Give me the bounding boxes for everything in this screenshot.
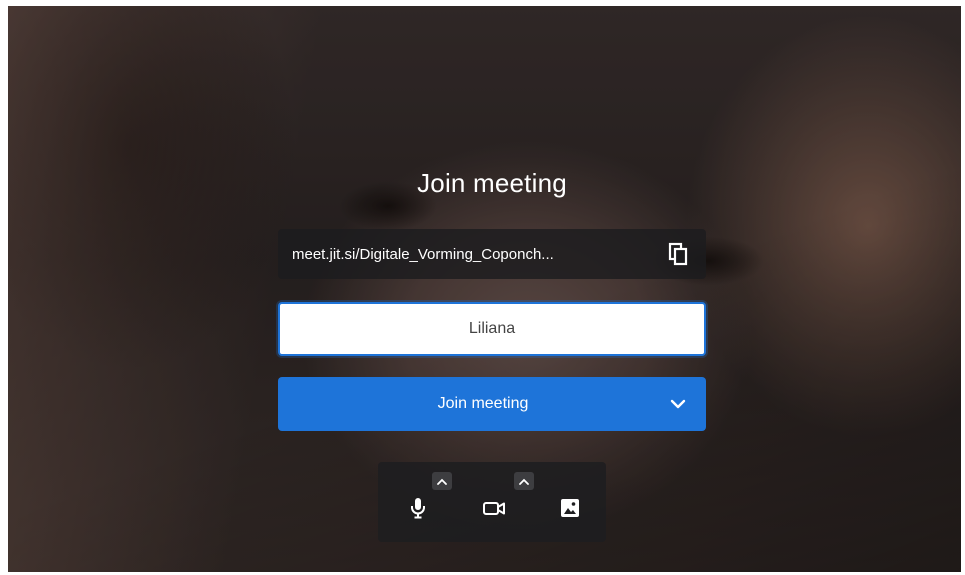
image-icon[interactable]: [550, 488, 590, 528]
chevron-up-icon[interactable]: [514, 472, 534, 490]
page-title: Join meeting: [417, 168, 567, 198]
join-meeting-label: Join meeting: [437, 395, 529, 412]
meeting-url-text: meet.jit.si/Digitale_Vorming_Coponch...: [292, 245, 554, 263]
join-meeting-button[interactable]: Join meeting: [278, 377, 706, 431]
chevron-up-icon[interactable]: [432, 472, 452, 490]
camera-icon[interactable]: [474, 488, 514, 528]
prejoin-content: Join meeting meet.jit.si/Digitale_Vormin…: [8, 6, 961, 572]
display-name-input[interactable]: [278, 302, 706, 356]
microphone-icon[interactable]: [398, 488, 438, 528]
chevron-down-icon[interactable]: [658, 384, 698, 424]
prejoin-toolbar: [378, 462, 606, 542]
meeting-url-box: meet.jit.si/Digitale_Vorming_Coponch...: [278, 229, 706, 279]
prejoin-screen: Join meeting meet.jit.si/Digitale_Vormin…: [8, 6, 961, 572]
copy-icon[interactable]: [664, 240, 692, 268]
